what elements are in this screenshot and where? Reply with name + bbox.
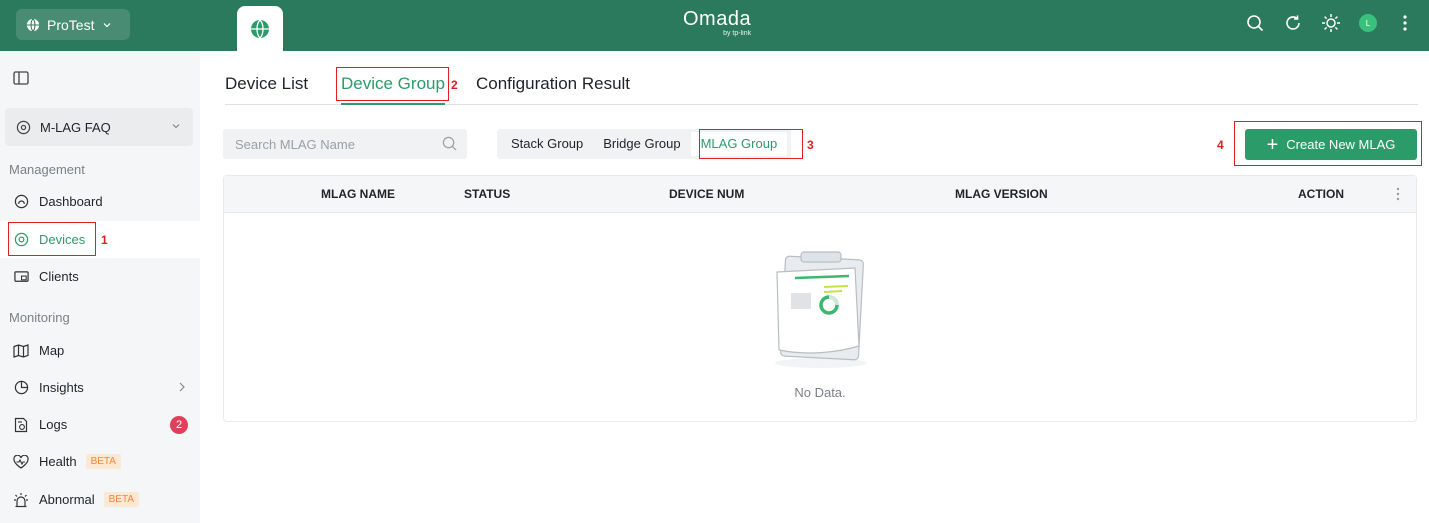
sidebar: M-LAG FAQ Management Dashboard Devices C… [0,51,200,523]
column-action[interactable]: ACTION [1298,187,1344,201]
sidebar-item-map[interactable]: Map [0,332,200,369]
annotation-number-4: 4 [1217,138,1224,152]
annotation-box-1 [8,222,96,256]
sidebar-item-clients[interactable]: Clients [0,258,200,295]
column-device-num[interactable]: DEVICE NUM [669,187,744,201]
site-name: M-LAG FAQ [40,119,111,135]
sidebar-item-label: Clients [39,269,79,284]
section-management: Management [9,162,85,177]
sidebar-item-label: Abnormal [39,492,95,507]
segment-bridge-group[interactable]: Bridge Group [593,132,690,156]
annotation-number-3: 3 [807,138,814,152]
sidebar-item-health[interactable]: Health BETA [0,443,200,480]
avatar[interactable]: L [1359,14,1377,32]
insights-icon [13,380,29,396]
tab-configuration-result[interactable]: Configuration Result [476,74,630,94]
section-monitoring: Monitoring [9,310,70,325]
annotation-box-2 [336,67,449,101]
site-switcher[interactable]: M-LAG FAQ [5,108,193,146]
chevron-down-icon [104,22,111,27]
abnormal-icon [13,492,29,508]
chevron-down-icon [172,124,180,129]
sidebar-item-label: Logs [39,417,68,432]
top-bar: ProTest Omada by tp-link L [0,0,1429,51]
sidebar-item-dashboard[interactable]: Dashboard [0,183,200,220]
location-icon [16,120,31,134]
globe-icon [26,18,40,31]
table-header: MLAG NAME STATUS DEVICE NUM MLAG VERSION… [224,176,1416,213]
sidebar-item-insights[interactable]: Insights [0,369,200,406]
segment-stack-group[interactable]: Stack Group [501,132,593,156]
column-mlag-name[interactable]: MLAG NAME [321,187,395,201]
map-icon [13,343,29,359]
column-mlag-version[interactable]: MLAG VERSION [955,187,1048,201]
mlag-table: MLAG NAME STATUS DEVICE NUM MLAG VERSION… [223,175,1417,422]
annotation-box-4 [1234,121,1422,166]
logo-subtext: by tp-link [723,30,752,37]
search-icon[interactable] [442,136,457,151]
column-status[interactable]: STATUS [464,187,510,201]
top-icons: L [1245,13,1415,33]
omada-logo: Omada by tp-link [683,9,751,37]
sidebar-toggle-icon[interactable] [13,71,29,85]
site-selector[interactable]: ProTest [16,9,130,40]
health-icon [13,454,29,470]
refresh-icon[interactable] [1283,13,1303,33]
annotation-box-3 [699,129,803,159]
more-vertical-icon[interactable] [1395,13,1415,33]
sidebar-item-label: Dashboard [39,194,103,209]
logs-icon [13,417,29,433]
logs-badge: 2 [170,416,188,434]
globe-icon [251,19,269,38]
beta-tag: BETA [85,454,121,469]
active-tab-indicator [341,103,445,105]
beta-tag: BETA [103,492,140,507]
search-icon[interactable] [1245,13,1265,33]
clients-icon [13,269,29,285]
theme-icon[interactable] [1321,13,1341,33]
tab-device-list[interactable]: Device List [225,74,308,94]
annotation-number-1: 1 [101,233,108,247]
empty-clipboard-icon [775,251,867,368]
sidebar-item-label: Insights [39,380,84,395]
search-input[interactable] [235,136,425,152]
annotation-number-2: 2 [451,78,458,92]
empty-state-text: No Data. [794,385,846,400]
sidebar-item-label: Map [39,343,65,358]
sidebar-item-abnormal[interactable]: Abnormal BETA [0,481,200,518]
site-selector-label: ProTest [47,16,95,33]
logo-text: Omada [683,8,752,30]
search-box [223,129,467,159]
chevron-right-icon [179,382,185,392]
global-view-tab[interactable] [237,6,283,51]
dashboard-icon [13,194,29,210]
column-settings-icon[interactable] [1396,187,1400,201]
sidebar-item-label: Health [39,454,77,469]
sidebar-item-logs[interactable]: Logs 2 [0,406,200,443]
